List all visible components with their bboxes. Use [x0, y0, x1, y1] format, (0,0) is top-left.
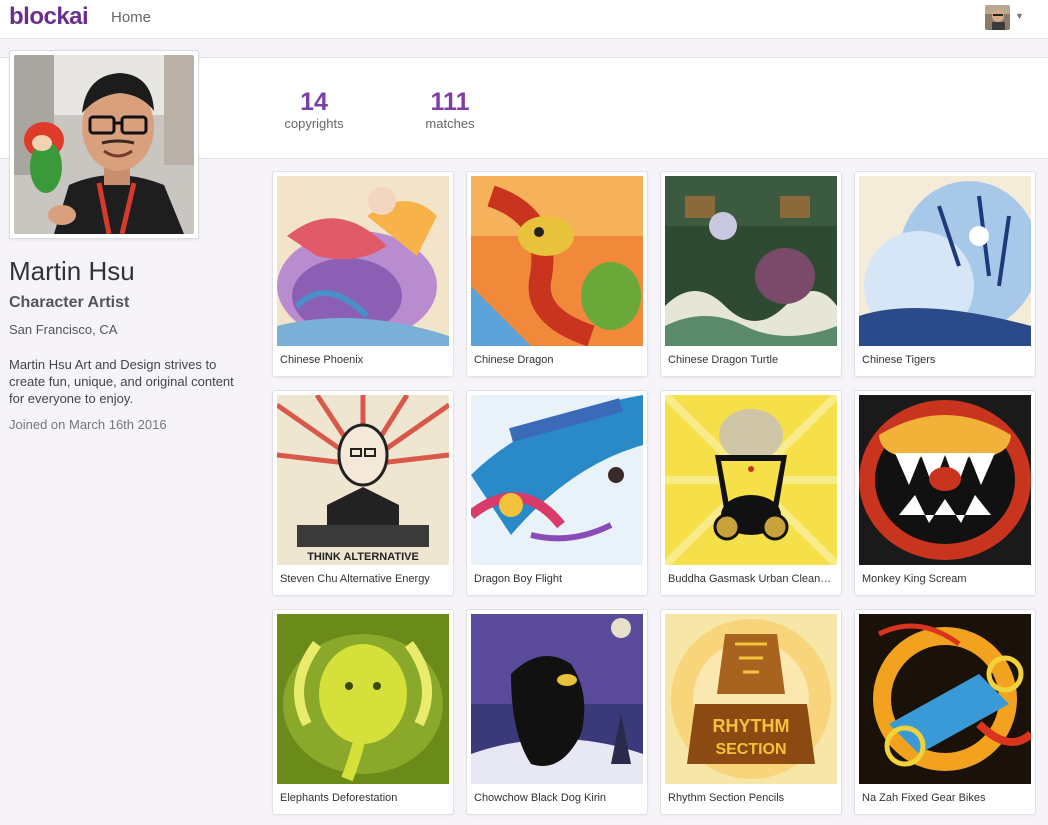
user-menu[interactable]: ▼ — [985, 5, 1025, 31]
artwork-card[interactable]: THINK ALTERNATIVE Steven Chu Alternative… — [272, 390, 454, 596]
artwork-title[interactable]: Chowchow Black Dog Kirin — [474, 792, 640, 804]
artwork-text: SECTION — [715, 741, 786, 758]
artwork-image[interactable] — [277, 614, 449, 784]
artwork-text: RHYTHM — [713, 716, 790, 736]
artwork-card[interactable]: Buddha Gasmask Urban Cleansing — [660, 390, 842, 596]
artwork-image[interactable] — [859, 395, 1031, 565]
artwork-title[interactable]: Chinese Phoenix — [280, 354, 446, 366]
artwork-card[interactable]: Monkey King Scream — [854, 390, 1036, 596]
artwork-card[interactable]: Na Zah Fixed Gear Bikes — [854, 609, 1036, 815]
artwork-card[interactable]: Chinese Dragon Turtle — [660, 171, 842, 377]
stat-label: copyrights — [284, 116, 344, 131]
profile-joined-date: Joined on March 16th 2016 — [9, 417, 167, 432]
artwork-image[interactable] — [859, 614, 1031, 784]
user-avatar[interactable] — [985, 5, 1010, 30]
chevron-down-icon[interactable]: ▼ — [1015, 11, 1024, 21]
artwork-title[interactable]: Chinese Tigers — [862, 354, 1028, 366]
stat-copyrights[interactable]: 14 copyrights — [276, 88, 352, 131]
profile-name: Martin Hsu — [9, 256, 135, 286]
stat-value: 14 — [300, 88, 328, 116]
profile-photo-frame — [9, 50, 199, 239]
profile-bio: Martin Hsu Art and Design strives to cre… — [9, 357, 234, 406]
artwork-card[interactable]: Dragon Boy Flight — [466, 390, 648, 596]
artwork-image[interactable] — [471, 395, 643, 565]
artwork-image[interactable]: RHYTHM SECTION — [665, 614, 837, 784]
artwork-title[interactable]: Chinese Dragon Turtle — [668, 354, 834, 366]
top-navbar: blockai Home ▼ — [0, 0, 1048, 39]
nav-home-link[interactable]: Home — [111, 9, 151, 26]
artwork-title[interactable]: Na Zah Fixed Gear Bikes — [862, 792, 1028, 804]
artwork-image[interactable] — [471, 614, 643, 784]
artwork-image[interactable]: THINK ALTERNATIVE — [277, 395, 449, 565]
stat-matches[interactable]: 111 matches — [412, 88, 488, 131]
artwork-title[interactable]: Elephants Deforestation — [280, 792, 446, 804]
brand-logo[interactable]: blockai — [9, 3, 89, 31]
artwork-image[interactable] — [665, 395, 837, 565]
artwork-card[interactable]: Chinese Dragon — [466, 171, 648, 377]
profile-title: Character Artist — [9, 294, 130, 311]
artwork-card[interactable]: RHYTHM SECTION Rhythm Section Pencils — [660, 609, 842, 815]
artwork-card[interactable]: Chinese Tigers — [854, 171, 1036, 377]
stat-value: 111 — [430, 88, 470, 116]
artwork-title[interactable]: Dragon Boy Flight — [474, 573, 640, 585]
profile-location: San Francisco, CA — [9, 322, 118, 337]
artwork-image[interactable] — [471, 176, 643, 346]
artwork-card[interactable]: Chinese Phoenix — [272, 171, 454, 377]
artwork-title[interactable]: Steven Chu Alternative Energy — [280, 573, 446, 585]
artwork-title[interactable]: Chinese Dragon — [474, 354, 640, 366]
profile-photo — [14, 55, 194, 234]
artwork-text: THINK ALTERNATIVE — [307, 551, 419, 563]
artwork-image[interactable] — [859, 176, 1031, 346]
artwork-card[interactable]: Elephants Deforestation — [272, 609, 454, 815]
artwork-title[interactable]: Rhythm Section Pencils — [668, 792, 834, 804]
artwork-title[interactable]: Monkey King Scream — [862, 573, 1028, 585]
artwork-card[interactable]: Chowchow Black Dog Kirin — [466, 609, 648, 815]
stat-label: matches — [425, 116, 475, 131]
artwork-title[interactable]: Buddha Gasmask Urban Cleansing — [668, 573, 834, 585]
artwork-image[interactable] — [665, 176, 837, 346]
artwork-image[interactable] — [277, 176, 449, 346]
